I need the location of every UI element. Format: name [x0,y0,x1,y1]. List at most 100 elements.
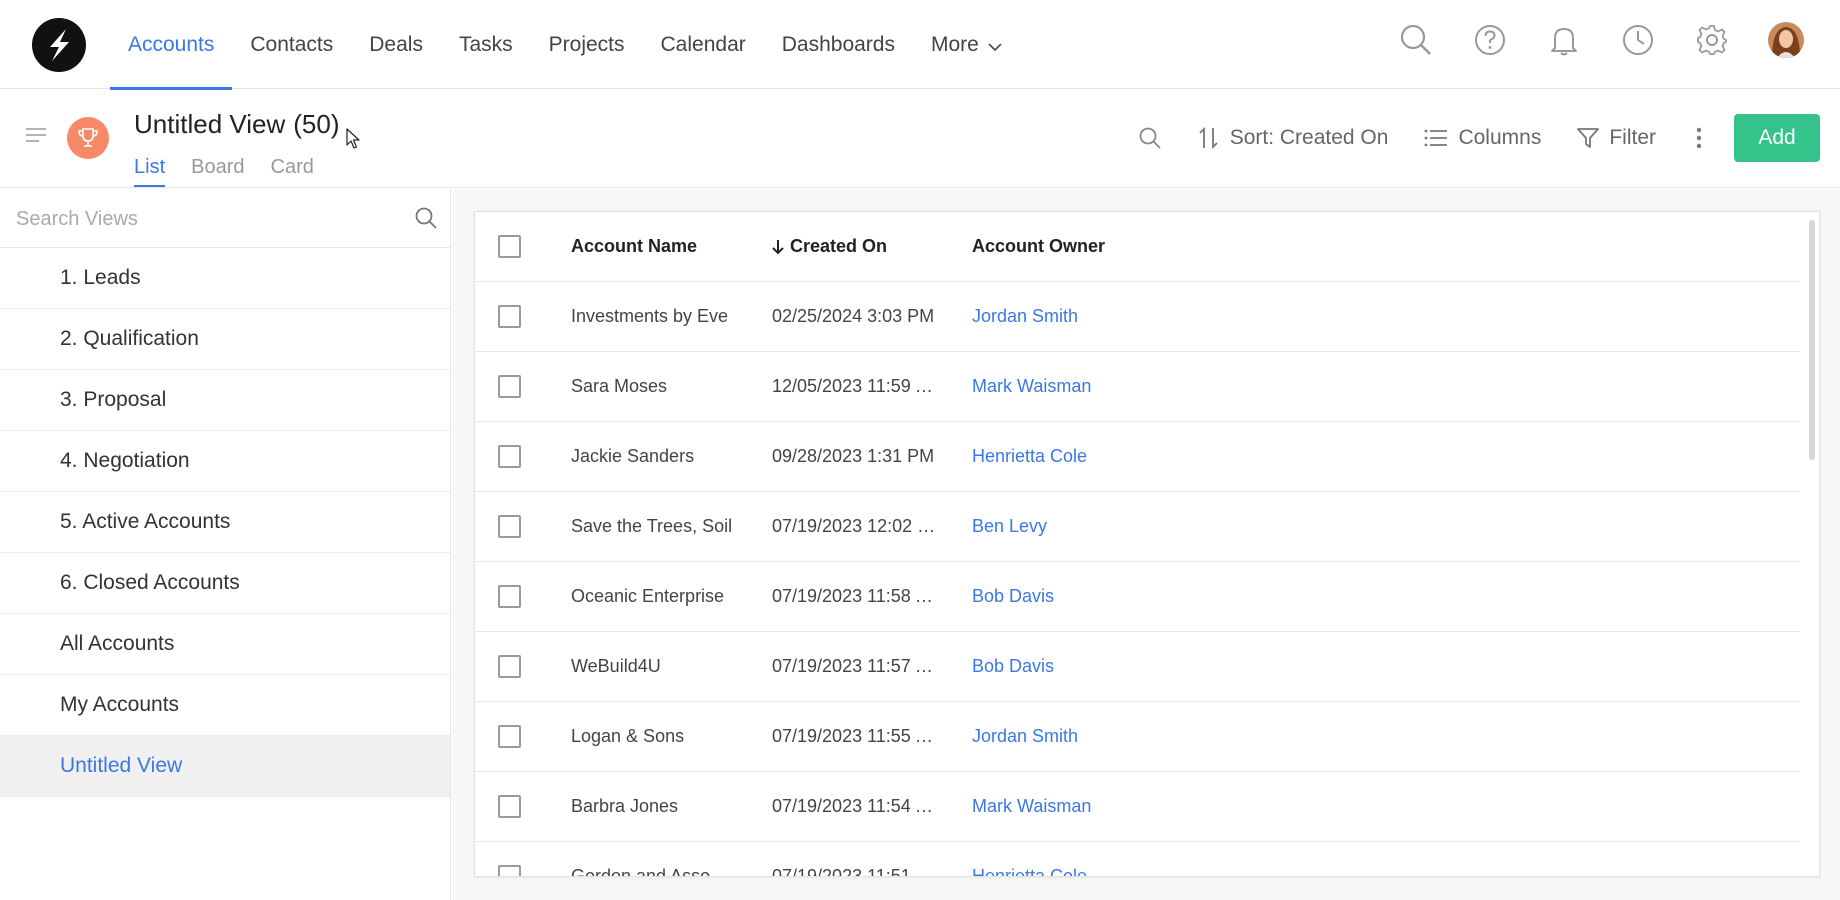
sidebar-item-all-accounts[interactable]: All Accounts [0,614,450,675]
row-checkbox[interactable] [498,375,521,398]
columns-button[interactable]: Columns [1424,126,1541,150]
table-row[interactable]: Save the Trees, Soil 07/19/2023 12:02 PM… [475,492,1800,562]
nav-contacts[interactable]: Contacts [232,0,351,89]
account-owner-link[interactable]: Mark Waisman [972,376,1091,397]
help-icon [1475,25,1505,55]
main-nav: Accounts Contacts Deals Tasks Projects C… [110,0,1021,90]
tab-list[interactable]: List [134,156,166,187]
sort-button[interactable]: Sort: Created On [1198,126,1389,150]
nav-dashboards-label: Dashboards [781,32,895,56]
sidebar-item-closed-accounts[interactable]: 6. Closed Accounts [0,553,450,614]
account-name-cell: Save the Trees, Soil [571,516,733,536]
table-row[interactable]: Gordon and Associates 07/19/2023 11:51 A… [475,842,1800,877]
account-name-cell: Gordon and Associates [571,866,736,877]
nav-accounts[interactable]: Accounts [110,0,233,90]
logo-icon [50,29,69,61]
global-search-button[interactable] [1398,22,1434,58]
bell-icon [1551,28,1577,56]
table-row[interactable]: Oceanic Enterprise 07/19/2023 11:58 AM B… [475,562,1800,632]
sidebar-item-active-accounts[interactable]: 5. Active Accounts [0,492,450,553]
settings-button[interactable] [1694,22,1730,58]
row-checkbox[interactable] [498,865,521,876]
row-checkbox[interactable] [498,585,521,608]
row-checkbox[interactable] [498,305,521,328]
sidebar-item-leads[interactable]: 1. Leads [0,248,450,309]
search-records-button[interactable] [1138,126,1162,150]
table-row[interactable]: Logan & Sons 07/19/2023 11:55 AM Jordan … [475,702,1800,772]
view-type-badge [67,117,109,159]
account-name-cell: WeBuild4U [571,656,661,676]
row-checkbox[interactable] [498,445,521,468]
account-owner-link[interactable]: Henrietta Cole [972,446,1087,467]
table-row[interactable]: Sara Moses 12/05/2023 11:59 AM Mark Wais… [475,352,1800,422]
toggle-sidebar-button[interactable] [26,127,46,148]
top-navigation-bar: Accounts Contacts Deals Tasks Projects C… [0,0,1840,90]
sidebar-item-proposal[interactable]: 3. Proposal [0,370,450,431]
nav-calendar[interactable]: Calendar [643,0,764,89]
notifications-button[interactable] [1546,22,1582,58]
chevron-down-icon [988,42,1002,51]
search-views-input[interactable] [16,203,396,235]
account-name-cell: Jackie Sanders [571,446,695,466]
nav-dashboards[interactable]: Dashboards [764,0,913,89]
row-checkbox[interactable] [498,655,521,678]
search-views-button[interactable] [414,206,438,235]
nav-contacts-label: Contacts [250,32,334,56]
account-name-cell: Barbra Jones [571,796,679,816]
account-owner-link[interactable]: Ben Levy [972,516,1047,537]
view-header: Untitled View (50) List Board Card Sort: … [0,90,1840,188]
select-all-checkbox[interactable] [498,235,521,258]
column-header-created-on-label: Created On [790,236,888,256]
more-options-button[interactable] [1696,127,1702,149]
sidebar-item-qualification[interactable]: 2. Qualification [0,309,450,370]
clock-icon [1623,25,1653,55]
nav-icon-group [1398,22,1804,58]
tab-board[interactable]: Board [191,156,244,185]
column-header-created-on[interactable]: Created On [772,236,937,257]
sidebar-item-negotiation[interactable]: 4. Negotiation [0,431,450,492]
account-name-cell: Oceanic Enterprise [571,586,725,606]
nav-deals[interactable]: Deals [351,0,441,89]
created-on-cell: 07/19/2023 11:58 AM [772,586,937,606]
nav-accounts-label: Accounts [128,32,215,56]
table-row[interactable]: WeBuild4U 07/19/2023 11:57 AM Bob Davis [475,632,1800,702]
tab-card[interactable]: Card [271,156,314,185]
account-name-cell: Logan & Sons [571,726,685,746]
user-avatar[interactable] [1768,22,1804,58]
app-logo[interactable] [32,18,86,72]
view-title-text: Untitled View [134,109,286,139]
add-button[interactable]: Add [1734,114,1820,162]
table-row[interactable]: Barbra Jones 07/19/2023 11:54 AM Mark Wa… [475,772,1800,842]
account-owner-link[interactable]: Mark Waisman [972,796,1091,817]
sort-label: Sort: Created On [1229,126,1389,149]
columns-label: Columns [1458,126,1542,149]
nav-tasks[interactable]: Tasks [441,0,531,89]
column-header-account-name[interactable]: Account Name [571,236,736,257]
account-owner-link[interactable]: Jordan Smith [972,726,1078,747]
view-mode-tabs: List Board Card [134,156,314,187]
created-on-cell: 07/19/2023 11:51 AM [772,866,937,877]
nav-more[interactable]: More [913,0,1021,89]
account-name-cell: Sara Moses [571,376,668,396]
nav-projects[interactable]: Projects [531,0,643,89]
row-checkbox[interactable] [498,795,521,818]
sidebar-item-untitled-view[interactable]: Untitled View [0,736,450,797]
table-row[interactable]: Investments by Eve 02/25/2024 3:03 PM Jo… [475,282,1800,352]
row-checkbox[interactable] [498,515,521,538]
account-owner-link[interactable]: Bob Davis [972,656,1054,677]
account-owner-link[interactable]: Henrietta Cole [972,866,1087,876]
avatar-image [1768,22,1804,58]
account-owner-link[interactable]: Jordan Smith [972,306,1078,327]
table-scrollbar[interactable] [1809,220,1815,460]
filter-button[interactable]: Filter [1577,126,1656,150]
recent-activity-button[interactable] [1620,22,1656,58]
account-owner-link[interactable]: Bob Davis [972,586,1054,607]
sidebar-item-my-accounts[interactable]: My Accounts [0,675,450,736]
table-row[interactable]: Jackie Sanders 09/28/2023 1:31 PM Henrie… [475,422,1800,492]
row-checkbox[interactable] [498,725,521,748]
search-icon [1400,24,1431,55]
column-header-account-owner[interactable]: Account Owner [972,236,1105,257]
help-button[interactable] [1472,22,1508,58]
created-on-cell: 07/19/2023 11:54 AM [772,796,937,816]
created-on-cell: 07/19/2023 11:55 AM [772,726,937,746]
